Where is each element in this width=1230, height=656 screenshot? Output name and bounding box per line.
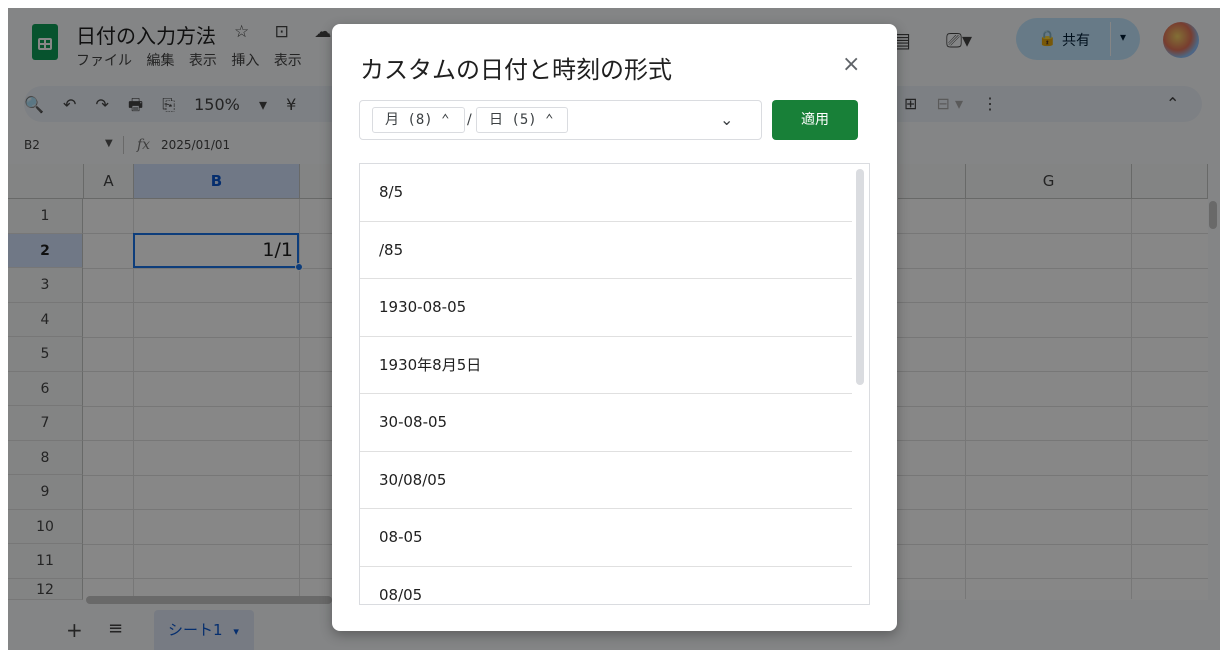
format-option[interactable]: 1930-08-05 — [360, 279, 852, 337]
format-option[interactable]: 8/5 — [360, 164, 852, 222]
format-option[interactable]: 1930年8月5日 — [360, 337, 852, 394]
apply-button[interactable]: 適用 — [772, 100, 858, 140]
format-option[interactable]: /85 — [360, 222, 852, 279]
close-icon[interactable]: × — [842, 52, 860, 77]
format-option[interactable]: 08/05 — [360, 567, 852, 605]
format-input[interactable]: 月 (8) ⌃ / 日 (5) ⌃ ⌄ — [359, 100, 762, 140]
format-option[interactable]: 30-08-05 — [360, 394, 852, 452]
dialog-title: カスタムの日付と時刻の形式 — [360, 56, 672, 84]
chevron-down-icon[interactable]: ⌄ — [720, 110, 733, 129]
format-list: 8/5 /85 1930-08-05 1930年8月5日 30-08-05 30… — [359, 163, 870, 605]
format-option[interactable]: 30/08/05 — [360, 452, 852, 509]
format-separator[interactable]: / — [467, 112, 472, 128]
day-chip[interactable]: 日 (5) ⌃ — [476, 107, 568, 133]
custom-date-format-dialog: カスタムの日付と時刻の形式 × 月 (8) ⌃ / 日 (5) ⌃ ⌄ 適用 8… — [332, 24, 897, 631]
month-chip[interactable]: 月 (8) ⌃ — [372, 107, 465, 133]
format-option[interactable]: 08-05 — [360, 509, 852, 567]
list-scrollbar[interactable] — [856, 169, 864, 385]
